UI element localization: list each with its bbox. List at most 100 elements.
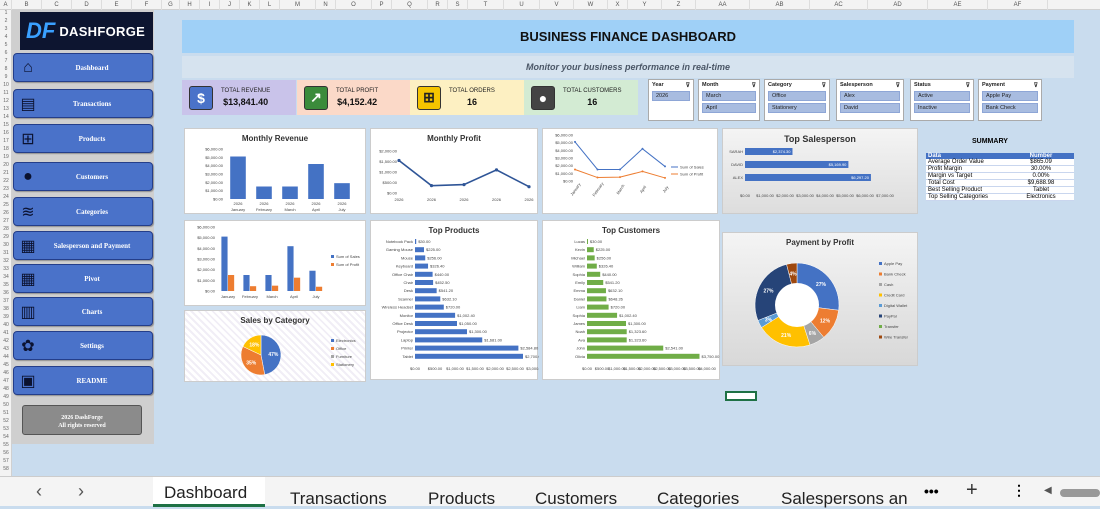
column-letter[interactable]: V: [540, 0, 574, 10]
row-number[interactable]: 55: [0, 442, 12, 448]
column-letter[interactable]: F: [132, 0, 162, 10]
column-letter[interactable]: Y: [628, 0, 662, 10]
filter-clear-icon[interactable]: ⊽: [966, 82, 970, 89]
column-letter[interactable]: X: [608, 0, 628, 10]
row-number[interactable]: 12: [0, 98, 12, 104]
column-letter[interactable]: E: [102, 0, 132, 10]
sheet-tab-categories[interactable]: Categories: [657, 489, 739, 509]
filter-clear-icon[interactable]: ⊽: [822, 82, 826, 89]
column-letter[interactable]: AB: [750, 0, 810, 10]
column-letter[interactable]: P: [372, 0, 392, 10]
row-number[interactable]: 39: [0, 314, 12, 320]
sidebar-item-salesperson-and-payment[interactable]: ▦ Salesperson and Payment: [13, 231, 153, 260]
row-number[interactable]: 7: [0, 58, 12, 64]
sidebar-item-charts[interactable]: ▥ Charts: [13, 297, 153, 326]
row-number[interactable]: 5: [0, 42, 12, 48]
row-number[interactable]: 19: [0, 154, 12, 160]
sidebar-item-customers[interactable]: ● Customers: [13, 162, 153, 191]
sidebar-item-readme[interactable]: ▣ README: [13, 366, 153, 395]
column-letter[interactable]: R: [428, 0, 448, 10]
row-number[interactable]: 16: [0, 130, 12, 136]
row-number[interactable]: 46: [0, 370, 12, 376]
row-number[interactable]: 47: [0, 378, 12, 384]
row-number[interactable]: 41: [0, 330, 12, 336]
filter-clear-icon[interactable]: ⊽: [752, 82, 756, 89]
row-number[interactable]: 15: [0, 122, 12, 128]
row-number[interactable]: 23: [0, 186, 12, 192]
slicer-item[interactable]: 2026: [652, 91, 690, 101]
column-letter[interactable]: N: [316, 0, 336, 10]
slicer-item[interactable]: Stationery: [768, 103, 826, 113]
row-number[interactable]: 57: [0, 458, 12, 464]
row-number[interactable]: 35: [0, 282, 12, 288]
row-number[interactable]: 24: [0, 194, 12, 200]
sidebar-item-categories[interactable]: ≋ Categories: [13, 197, 153, 226]
add-sheet-icon[interactable]: +: [966, 479, 978, 502]
column-letter[interactable]: T: [468, 0, 504, 10]
sheet-tab-salespersons[interactable]: Salespersons an: [781, 489, 908, 509]
row-number[interactable]: 26: [0, 210, 12, 216]
row-number[interactable]: 30: [0, 242, 12, 248]
more-tabs-icon[interactable]: •••: [924, 483, 939, 499]
column-letter[interactable]: G: [162, 0, 180, 10]
row-number[interactable]: 53: [0, 426, 12, 432]
column-letter[interactable]: S: [448, 0, 468, 10]
column-letter[interactable]: AF: [988, 0, 1048, 10]
top-customers-chart[interactable]: Top Customers Lucas $30.00 Kevin $225.00 Mic…: [542, 220, 720, 380]
column-letter[interactable]: Q: [392, 0, 428, 10]
column-letter[interactable]: J: [220, 0, 240, 10]
sidebar-item-settings[interactable]: ✿ Settings: [13, 331, 153, 360]
row-number[interactable]: 29: [0, 234, 12, 240]
row-number[interactable]: 42: [0, 338, 12, 344]
row-number[interactable]: 31: [0, 250, 12, 256]
row-number[interactable]: 21: [0, 170, 12, 176]
row-number[interactable]: 11: [0, 90, 12, 96]
column-letter[interactable]: C: [42, 0, 72, 10]
row-number[interactable]: 58: [0, 466, 12, 472]
filter-clear-icon[interactable]: ⊽: [1034, 82, 1038, 89]
row-number[interactable]: 20: [0, 162, 12, 168]
row-number[interactable]: 38: [0, 306, 12, 312]
sales-profit-bar-chart[interactable]: $6,000.00 $5,000.00 $4,000.00 $3,000.00 $2,0…: [184, 220, 366, 306]
options-icon[interactable]: ⋮: [1012, 482, 1026, 499]
row-number[interactable]: 25: [0, 202, 12, 208]
row-number[interactable]: 10: [0, 82, 12, 88]
row-number[interactable]: 8: [0, 66, 12, 72]
horizontal-scrollbar[interactable]: [1060, 489, 1100, 497]
column-letter[interactable]: Z: [662, 0, 696, 10]
column-letter[interactable]: B: [12, 0, 42, 10]
row-number[interactable]: 43: [0, 346, 12, 352]
column-letter[interactable]: AD: [868, 0, 928, 10]
slicer-item[interactable]: Alex: [840, 91, 900, 101]
row-number[interactable]: 33: [0, 266, 12, 272]
row-number[interactable]: 50: [0, 402, 12, 408]
top-salesperson-chart[interactable]: Top Salesperson SARAH $2,374.30 DAVID $5,16…: [722, 128, 918, 214]
scroll-left-icon[interactable]: ◀: [1044, 485, 1052, 496]
row-number[interactable]: 37: [0, 298, 12, 304]
column-letter[interactable]: L: [260, 0, 280, 10]
sidebar-item-pivot[interactable]: ▦ Pivot: [13, 264, 153, 293]
column-letter[interactable]: AC: [810, 0, 868, 10]
sheet-tab-dashboard[interactable]: Dashboard: [164, 483, 247, 503]
row-number[interactable]: 40: [0, 322, 12, 328]
slicer-item[interactable]: Bank Check: [982, 103, 1038, 113]
sheet-tab-customers[interactable]: Customers: [535, 489, 617, 509]
row-number[interactable]: 48: [0, 386, 12, 392]
slicer-item[interactable]: Office: [768, 91, 826, 101]
column-letter[interactable]: I: [200, 0, 220, 10]
column-letter[interactable]: W: [574, 0, 608, 10]
row-number[interactable]: 36: [0, 290, 12, 296]
filter-clear-icon[interactable]: ⊽: [686, 82, 690, 89]
row-number[interactable]: 17: [0, 138, 12, 144]
row-number[interactable]: 13: [0, 106, 12, 112]
row-number[interactable]: 1: [0, 10, 12, 16]
row-number[interactable]: 14: [0, 114, 12, 120]
row-number[interactable]: 2: [0, 18, 12, 24]
sheet-tab-products[interactable]: Products: [428, 489, 495, 509]
column-letter[interactable]: M: [280, 0, 316, 10]
column-letter[interactable]: K: [240, 0, 260, 10]
column-letter[interactable]: H: [180, 0, 200, 10]
row-number[interactable]: 54: [0, 434, 12, 440]
column-letter[interactable]: U: [504, 0, 540, 10]
sales-profit-line-chart[interactable]: $6,000.00 $5,000.00 $4,000.00 $3,000.00 $2,0…: [542, 128, 718, 214]
